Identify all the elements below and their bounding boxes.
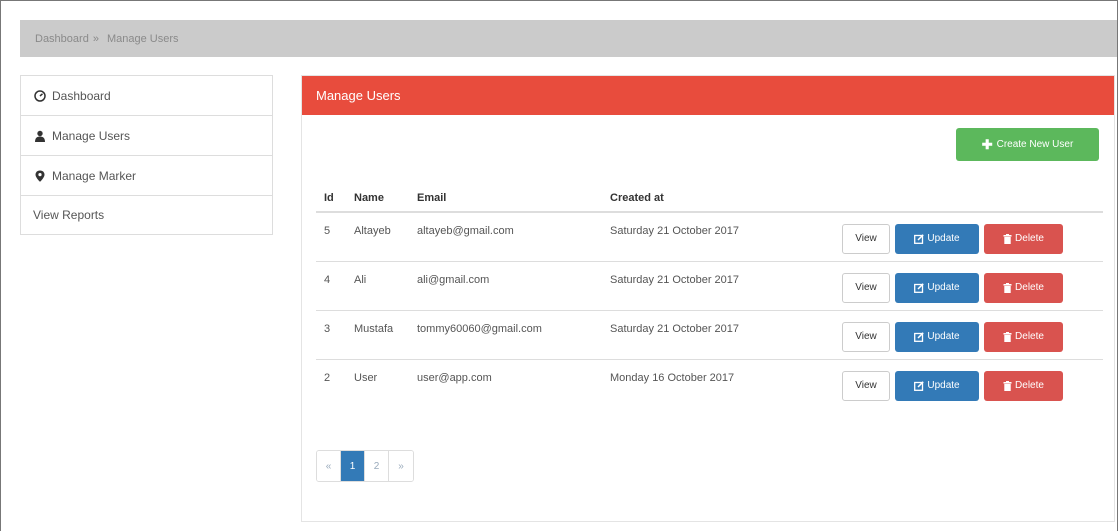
cell-id: 5 bbox=[316, 211, 346, 261]
breadcrumb-separator: » bbox=[92, 32, 99, 45]
table-header-row: Id Name Email Created at bbox=[316, 185, 1103, 213]
update-button[interactable]: Update bbox=[895, 223, 979, 254]
update-label: Update bbox=[927, 282, 960, 293]
cell-id: 3 bbox=[316, 309, 346, 359]
sidebar-item-label: Manage Marker bbox=[52, 168, 137, 183]
cell-name: Altayeb bbox=[346, 211, 409, 261]
update-label: Update bbox=[927, 331, 960, 342]
delete-label: Delete bbox=[1015, 331, 1044, 342]
dashboard-icon bbox=[33, 89, 47, 103]
column-header-actions bbox=[834, 185, 1103, 213]
column-header-created-at: Created at bbox=[602, 185, 834, 213]
breadcrumb-current: Manage Users bbox=[106, 32, 179, 45]
trash-icon bbox=[1003, 233, 1012, 244]
cell-id: 2 bbox=[316, 358, 346, 408]
column-header-name: Name bbox=[346, 185, 409, 213]
cell-actions: View Update Delete bbox=[834, 211, 1103, 261]
edit-icon bbox=[914, 234, 925, 244]
delete-button[interactable]: Delete bbox=[984, 272, 1063, 303]
cell-actions: View Update Delete bbox=[834, 309, 1103, 359]
update-label: Update bbox=[927, 233, 960, 245]
view-label: View bbox=[855, 282, 877, 293]
panel-header: Manage Users bbox=[302, 76, 1114, 115]
cell-created-at: Saturday 21 October 2017 bbox=[602, 260, 834, 310]
breadcrumb: Dashboard » Manage Users bbox=[20, 20, 1117, 57]
manage-users-panel: Manage Users ✚ Create New User Id Name E… bbox=[301, 75, 1115, 522]
trash-icon bbox=[1003, 380, 1012, 391]
update-label: Update bbox=[927, 380, 960, 392]
update-button[interactable]: Update bbox=[895, 321, 979, 352]
pagination: « 1 2 » bbox=[316, 450, 414, 482]
delete-button[interactable]: Delete bbox=[984, 223, 1063, 254]
cell-name: Ali bbox=[346, 260, 409, 310]
trash-icon bbox=[1003, 331, 1012, 342]
view-button[interactable]: View bbox=[842, 223, 890, 254]
sidebar-item-manage-users[interactable]: Manage Users bbox=[21, 116, 272, 156]
edit-icon bbox=[914, 331, 925, 342]
trash-icon bbox=[1003, 282, 1012, 293]
cell-email: tommy60060@gmail.com bbox=[409, 309, 602, 359]
delete-button[interactable]: Delete bbox=[984, 370, 1063, 401]
cell-actions: View Update Delete bbox=[834, 260, 1103, 310]
update-button[interactable]: Update bbox=[895, 370, 979, 401]
cell-id: 4 bbox=[316, 260, 346, 310]
update-button[interactable]: Update bbox=[895, 272, 979, 303]
sidebar-item-label: Manage Users bbox=[52, 128, 131, 143]
cell-actions: View Update Delete bbox=[834, 358, 1103, 408]
sidebar-item-view-reports[interactable]: View Reports bbox=[21, 196, 272, 234]
view-button[interactable]: View bbox=[842, 321, 890, 352]
table-row: 2 User user@app.com Monday 16 October 20… bbox=[316, 358, 1103, 408]
sidebar: Dashboard Manage Users Manage Marker Vie… bbox=[20, 75, 273, 235]
column-header-id: Id bbox=[316, 185, 346, 213]
pagination-page-1[interactable]: 1 bbox=[341, 451, 365, 481]
delete-label: Delete bbox=[1015, 233, 1044, 245]
create-new-user-label: Create New User bbox=[996, 139, 1074, 150]
cell-email: user@app.com bbox=[409, 358, 602, 408]
delete-button[interactable]: Delete bbox=[984, 321, 1063, 352]
plus-icon: ✚ bbox=[981, 136, 993, 152]
delete-label: Delete bbox=[1015, 282, 1044, 293]
view-button[interactable]: View bbox=[842, 370, 890, 401]
table-row: 4 Ali ali@gmail.com Saturday 21 October … bbox=[316, 260, 1103, 310]
edit-icon bbox=[914, 282, 925, 293]
delete-label: Delete bbox=[1015, 380, 1044, 392]
pagination-prev[interactable]: « bbox=[317, 451, 341, 481]
pagination-page-2[interactable]: 2 bbox=[365, 451, 389, 481]
cell-created-at: Saturday 21 October 2017 bbox=[602, 211, 834, 261]
column-header-email: Email bbox=[409, 185, 602, 213]
edit-icon bbox=[914, 381, 925, 391]
cell-name: User bbox=[346, 358, 409, 408]
view-label: View bbox=[855, 233, 877, 245]
create-new-user-button[interactable]: ✚ Create New User bbox=[956, 128, 1099, 161]
cell-email: ali@gmail.com bbox=[409, 260, 602, 310]
users-table: Id Name Email Created at 5 Altayeb altay… bbox=[316, 185, 1103, 408]
sidebar-item-label: View Reports bbox=[33, 208, 105, 222]
sidebar-item-manage-marker[interactable]: Manage Marker bbox=[21, 156, 272, 196]
cell-created-at: Monday 16 October 2017 bbox=[602, 358, 834, 408]
cell-created-at: Saturday 21 October 2017 bbox=[602, 309, 834, 359]
view-label: View bbox=[855, 331, 877, 342]
sidebar-item-dashboard[interactable]: Dashboard bbox=[21, 76, 272, 116]
cell-name: Mustafa bbox=[346, 309, 409, 359]
view-label: View bbox=[855, 380, 877, 392]
breadcrumb-dashboard-link[interactable]: Dashboard bbox=[35, 33, 89, 45]
cell-email: altayeb@gmail.com bbox=[409, 211, 602, 261]
sidebar-item-label: Dashboard bbox=[52, 88, 111, 103]
user-icon bbox=[33, 129, 47, 143]
pagination-next[interactable]: » bbox=[389, 451, 413, 481]
table-row: 3 Mustafa tommy60060@gmail.com Saturday … bbox=[316, 309, 1103, 359]
view-button[interactable]: View bbox=[842, 272, 890, 303]
map-marker-icon bbox=[33, 169, 47, 183]
table-row: 5 Altayeb altayeb@gmail.com Saturday 21 … bbox=[316, 211, 1103, 261]
panel-title: Manage Users bbox=[316, 88, 401, 103]
